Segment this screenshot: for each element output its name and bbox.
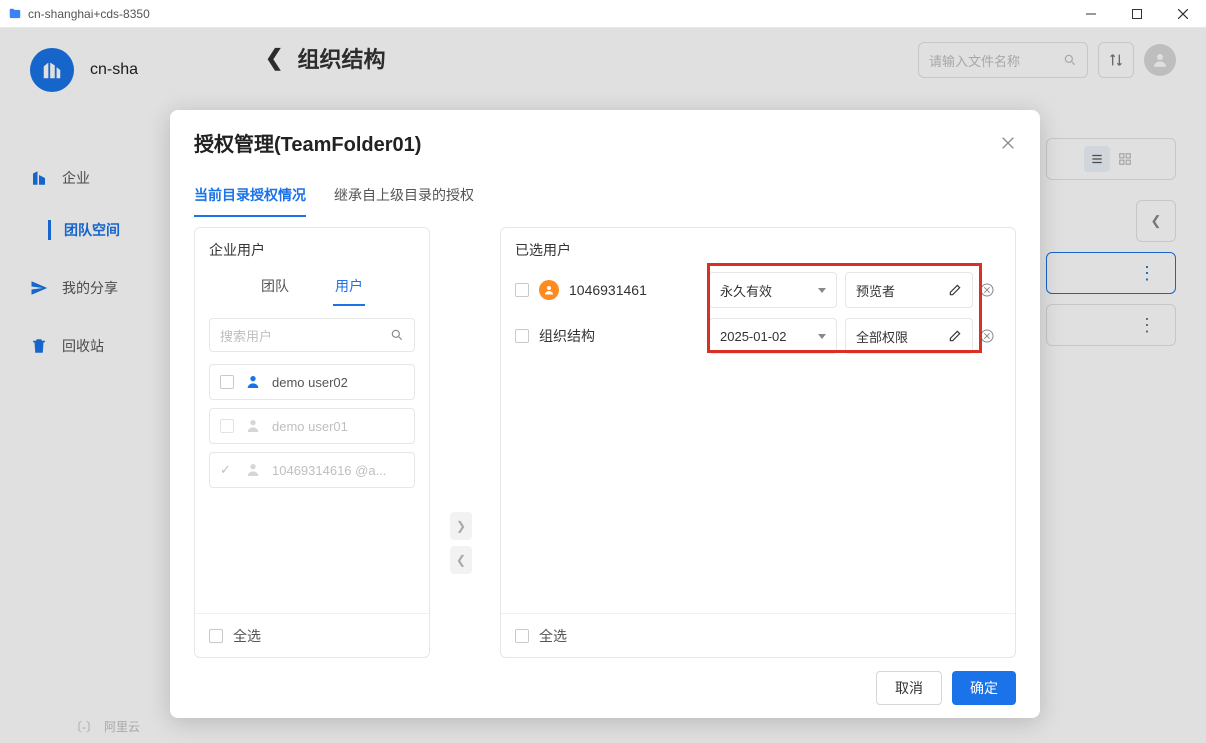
enterprise-users-panel: 企业用户 团队 用户 搜索用户 demo user02 (194, 227, 430, 658)
remove-row-button[interactable] (973, 328, 1001, 344)
select-all-checkbox[interactable] (209, 629, 223, 643)
search-icon (390, 328, 404, 342)
move-right-button[interactable]: ❯ (450, 512, 472, 540)
user-name: demo user01 (272, 419, 348, 434)
person-icon (539, 280, 559, 300)
checkbox[interactable] (220, 419, 234, 433)
edit-icon[interactable] (948, 329, 962, 343)
selected-users-list: 1046931461 永久有效 预览者 (501, 266, 1015, 613)
tab-inherited-auth[interactable]: 继承自上级目录的授权 (334, 177, 474, 217)
user-name: 10469314616 @a... (272, 463, 386, 478)
user-list: demo user02 demo user01 ✓ 10469314616 @a… (195, 352, 429, 613)
folder-icon (8, 7, 22, 21)
select-all-label: 全选 (233, 626, 261, 646)
modal-title: 授权管理(TeamFolder01) (194, 128, 421, 157)
check-icon: ✓ (220, 462, 234, 478)
selected-users-panel: 已选用户 1046931461 永久有效 (500, 227, 1016, 658)
left-tab-team[interactable]: 团队 (259, 270, 291, 306)
window-title: cn-shanghai+cds-8350 (28, 7, 150, 21)
person-icon (244, 373, 262, 391)
checkbox[interactable] (515, 283, 529, 297)
role-select[interactable]: 全部权限 (845, 318, 973, 354)
select-all-label: 全选 (539, 626, 567, 646)
left-tab-user[interactable]: 用户 (333, 270, 365, 306)
cancel-button[interactable]: 取消 (876, 671, 942, 705)
chevron-down-icon (818, 334, 826, 339)
modal-tabs: 当前目录授权情况 继承自上级目录的授权 (170, 177, 1040, 217)
user-item[interactable]: demo user01 (209, 408, 415, 444)
checkbox[interactable] (220, 375, 234, 389)
role-select[interactable]: 预览者 (845, 272, 973, 308)
confirm-button[interactable]: 确定 (952, 671, 1016, 705)
user-search-placeholder: 搜索用户 (220, 326, 272, 345)
selected-row: 组织结构 2025-01-02 全部权限 (515, 316, 1001, 356)
expiry-value: 永久有效 (720, 281, 772, 300)
tab-current-auth[interactable]: 当前目录授权情况 (194, 177, 306, 217)
selected-users-title: 已选用户 (501, 228, 1015, 266)
expiry-select[interactable]: 2025-01-02 (709, 318, 837, 354)
person-icon (244, 417, 262, 435)
select-all-checkbox[interactable] (515, 629, 529, 643)
expiry-value: 2025-01-02 (720, 329, 787, 344)
chevron-down-icon (818, 288, 826, 293)
window-maximize[interactable] (1114, 0, 1160, 28)
user-search-input[interactable]: 搜索用户 (209, 318, 415, 352)
modal-close-button[interactable] (1000, 135, 1016, 151)
window-minimize[interactable] (1068, 0, 1114, 28)
expiry-select[interactable]: 永久有效 (709, 272, 837, 308)
user-name: demo user02 (272, 375, 348, 390)
user-item[interactable]: ✓ 10469314616 @a... (209, 452, 415, 488)
checkbox[interactable] (515, 329, 529, 343)
auth-management-modal: 授权管理(TeamFolder01) 当前目录授权情况 继承自上级目录的授权 企… (170, 110, 1040, 718)
window-titlebar: cn-shanghai+cds-8350 (0, 0, 1206, 28)
role-value: 全部权限 (856, 327, 908, 346)
role-value: 预览者 (856, 281, 895, 300)
enterprise-users-title: 企业用户 (195, 228, 429, 264)
window-close[interactable] (1160, 0, 1206, 28)
selected-user-name: 1046931461 (569, 282, 647, 298)
selected-user-name: 组织结构 (539, 326, 595, 346)
person-icon (244, 461, 262, 479)
window-controls (1068, 0, 1206, 28)
remove-row-button[interactable] (973, 282, 1001, 298)
edit-icon[interactable] (948, 283, 962, 297)
transfer-arrows: ❯ ❮ (450, 512, 472, 574)
user-item[interactable]: demo user02 (209, 364, 415, 400)
selected-row: 1046931461 永久有效 预览者 (515, 270, 1001, 310)
move-left-button[interactable]: ❮ (450, 546, 472, 574)
